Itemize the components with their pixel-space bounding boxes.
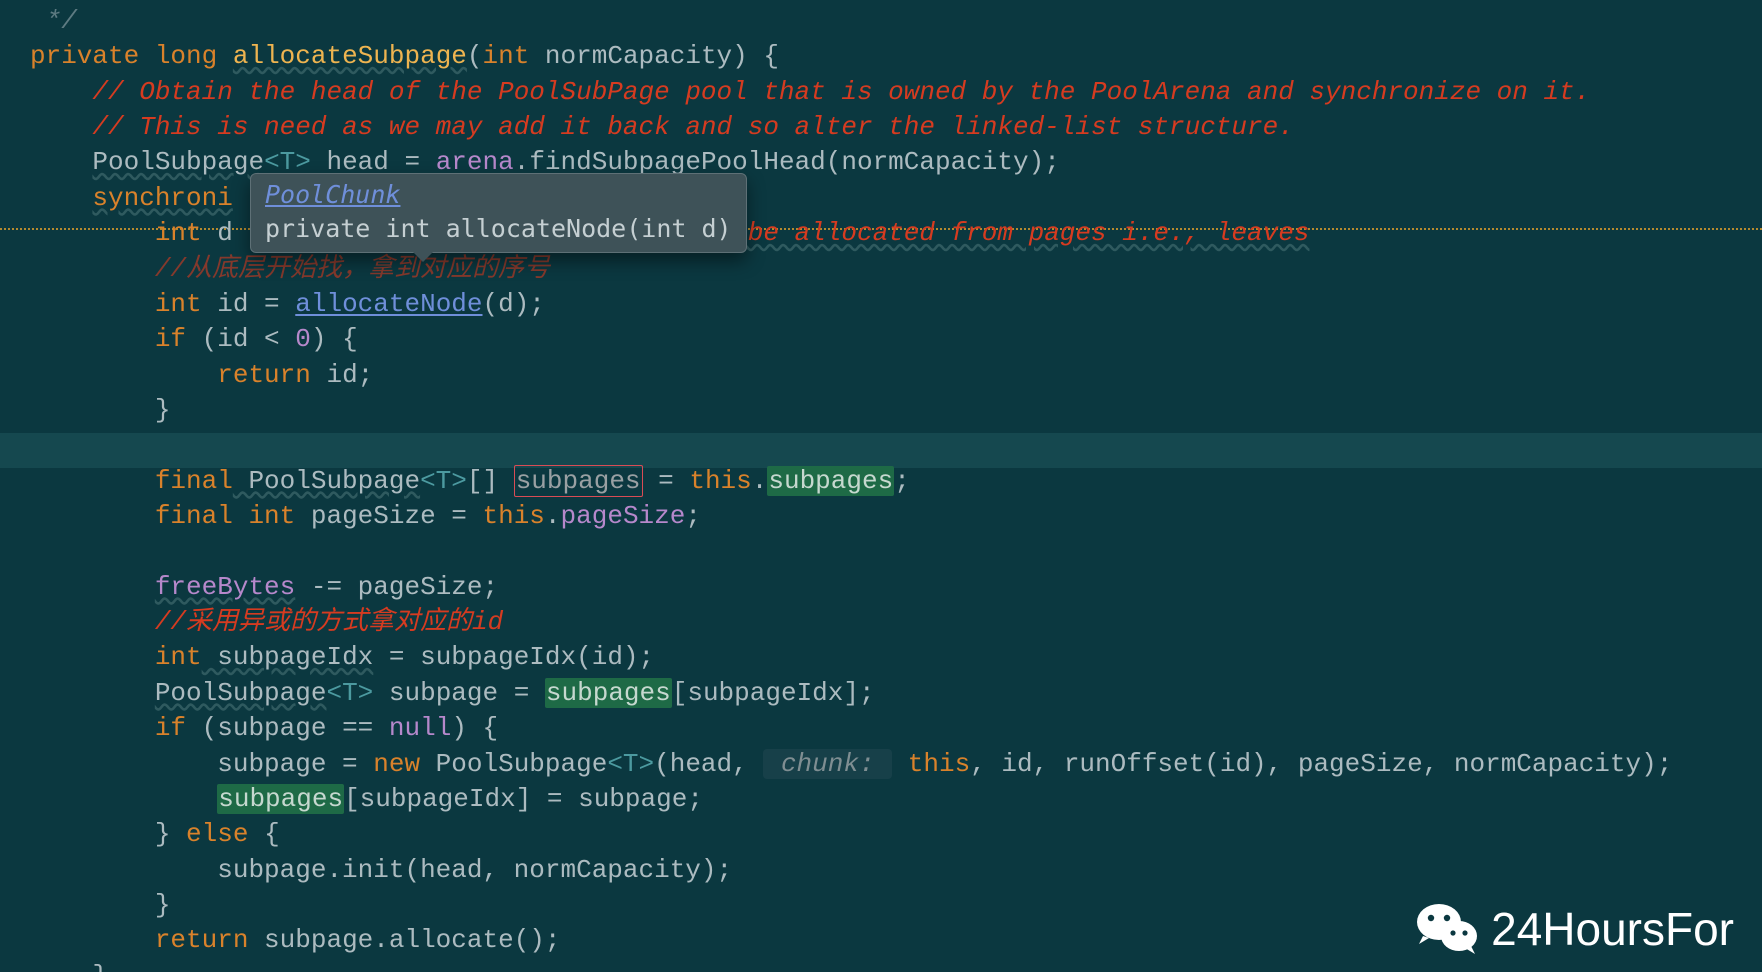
kw-private: private — [30, 41, 139, 71]
code-text: (d); — [483, 289, 545, 319]
dot: . — [545, 501, 561, 531]
kw-this: this — [483, 501, 545, 531]
code-text: subpage = — [217, 749, 373, 779]
code-text: ) { — [451, 713, 498, 743]
brace: } — [155, 819, 186, 849]
kw-int: int — [155, 289, 202, 319]
brace: } — [155, 890, 171, 920]
code-text: [subpageIdx]; — [672, 678, 875, 708]
comment: // This is need as we may add it back an… — [92, 112, 1293, 142]
generic: <T> — [326, 678, 373, 708]
watermark-text: 24HoursFor — [1491, 902, 1734, 956]
code-text: pageSize = — [295, 501, 482, 531]
code-text: subpage.init(head, normCapacity); — [217, 855, 732, 885]
code-text: (head, — [654, 749, 763, 779]
field-pagesize: pageSize — [561, 501, 686, 531]
quick-doc-tooltip[interactable]: PoolChunk private int allocateNode(int d… — [250, 173, 747, 253]
kw-synchronized: synchroni — [92, 183, 232, 213]
code-editor[interactable]: */ private long allocateSubpage(int norm… — [0, 0, 1762, 972]
code-text: (subpage == — [186, 713, 389, 743]
generic: <T> — [420, 466, 467, 496]
code-text: (id < — [186, 324, 295, 354]
inlay-hint-chunk: chunk: — [763, 749, 892, 779]
code-text: = subpageIdx(id); — [373, 642, 654, 672]
code-text: ) { — [311, 324, 358, 354]
kw-int: int — [155, 642, 202, 672]
kw-this: this — [908, 749, 970, 779]
code-text: , id, runOffset(id), pageSize, normCapac… — [970, 749, 1672, 779]
kw-new: new — [373, 749, 420, 779]
var-subpageidx: subpageIdx — [202, 642, 374, 672]
call-allocatenode[interactable]: allocateNode — [295, 289, 482, 319]
kw-null: null — [389, 713, 451, 743]
dot: . — [752, 466, 768, 496]
code-text: -= pageSize; — [295, 572, 498, 602]
code-text: d — [202, 218, 233, 248]
comment: // Obtain the head of the PoolSubPage po… — [92, 77, 1590, 107]
code-text: = — [643, 466, 690, 496]
semicolon: ; — [894, 466, 910, 496]
param: normCapacity) { — [529, 41, 779, 71]
code-text: id = — [202, 289, 296, 319]
code-text: subpage.allocate(); — [248, 925, 560, 955]
kw-if: if — [155, 713, 186, 743]
var-subpages: subpages — [217, 784, 344, 814]
var-subpages-decl: subpages — [514, 465, 643, 497]
code-text: id; — [311, 360, 373, 390]
num-zero: 0 — [295, 324, 311, 354]
brace: { — [248, 819, 279, 849]
kw-int: int — [155, 218, 202, 248]
code-text: subpage = — [373, 678, 545, 708]
code-text: [subpageIdx] = subpage; — [344, 784, 703, 814]
wechat-icon — [1417, 902, 1477, 956]
comment-close: */ — [30, 6, 77, 36]
kw-else: else — [186, 819, 248, 849]
method-name: allocateSubpage — [233, 41, 467, 71]
type-poolsubpage: PoolSubpage — [92, 147, 264, 177]
field-freebytes: freeBytes — [155, 572, 295, 602]
kw-int: int — [483, 41, 530, 71]
kw-return: return — [217, 360, 311, 390]
tooltip-signature: private int allocateNode(int d) — [265, 214, 732, 243]
kw-final-int: final int — [155, 501, 295, 531]
field-subpages: subpages — [767, 466, 894, 496]
kw-return: return — [155, 925, 249, 955]
comment-cn: //从底层开始找，拿到对应的序号 — [155, 254, 550, 284]
kw-if: if — [155, 324, 186, 354]
generic: <T> — [607, 749, 654, 779]
kw-this: this — [689, 466, 751, 496]
kw-long: long — [155, 41, 217, 71]
var-subpages: subpages — [545, 678, 672, 708]
type-poolsubpage: PoolSubpage — [420, 749, 607, 779]
type-poolsubpage: PoolSubpage — [155, 678, 327, 708]
code-text: [] — [467, 466, 514, 496]
brace: } — [92, 961, 108, 972]
comment-cn: //采用异或的方式拿对应的id — [155, 607, 503, 637]
source-code[interactable]: */ private long allocateSubpage(int norm… — [0, 0, 1762, 972]
type-poolsubpage: PoolSubpage — [233, 466, 420, 496]
brace: } — [155, 395, 171, 425]
tooltip-class-link[interactable]: PoolChunk — [265, 180, 400, 209]
tooltip-pointer-icon — [411, 250, 435, 262]
semicolon: ; — [685, 501, 701, 531]
kw-final: final — [155, 466, 233, 496]
watermark: 24HoursFor — [1417, 902, 1734, 956]
